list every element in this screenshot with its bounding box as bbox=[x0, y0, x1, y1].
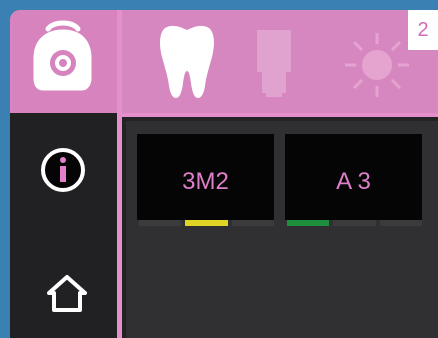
shade-label: A 3 bbox=[336, 168, 371, 195]
bottle-button[interactable] bbox=[256, 26, 296, 104]
sun-icon bbox=[345, 33, 409, 97]
home-icon bbox=[47, 275, 87, 312]
shade-label: 3M2 bbox=[182, 168, 229, 195]
selected-device-tab[interactable] bbox=[10, 10, 117, 113]
bottle-icon bbox=[257, 30, 291, 97]
info-button[interactable] bbox=[38, 145, 88, 195]
meter-segment bbox=[379, 220, 422, 226]
tooth-icon bbox=[160, 25, 214, 99]
device-frame: 3M2 A 3 2 bbox=[10, 10, 438, 338]
home-button[interactable] bbox=[45, 272, 89, 315]
sun-button[interactable] bbox=[341, 29, 413, 101]
shade-tile[interactable]: 3M2 bbox=[137, 134, 274, 226]
meter-segment bbox=[231, 220, 274, 226]
info-icon bbox=[41, 148, 85, 192]
meter-segment bbox=[139, 220, 182, 226]
page-badge: 2 bbox=[408, 10, 438, 50]
meter-segment-active bbox=[185, 220, 228, 226]
shade-meter bbox=[287, 220, 422, 226]
tooth-button[interactable] bbox=[157, 22, 217, 100]
shade-tile[interactable]: A 3 bbox=[285, 134, 422, 226]
meter-segment-active bbox=[287, 220, 330, 226]
shade-meter bbox=[139, 220, 274, 226]
scanner-device-icon bbox=[33, 20, 92, 91]
meter-segment bbox=[333, 220, 376, 226]
sidebar-divider bbox=[117, 10, 122, 338]
